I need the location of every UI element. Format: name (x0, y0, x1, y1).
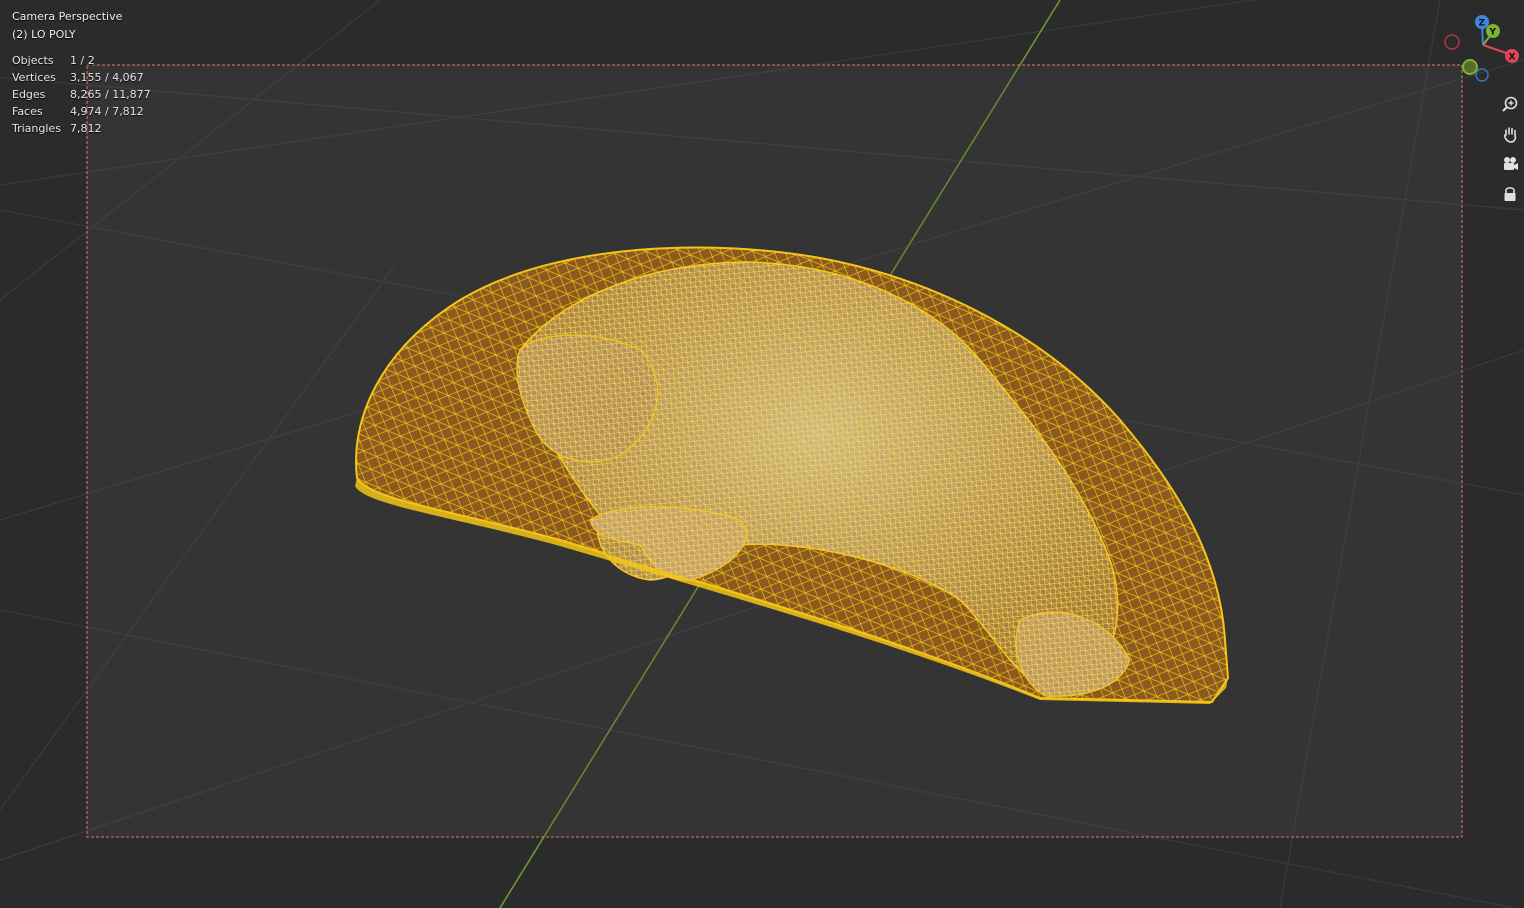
axis-neg-z-handle[interactable] (1475, 68, 1489, 82)
stat-row: Triangles 7,812 (12, 120, 151, 137)
stat-value: 3,155 / 4,067 (70, 71, 144, 84)
axis-neg-x-handle[interactable] (1444, 34, 1460, 50)
stat-row: Faces 4,974 / 7,812 (12, 103, 151, 120)
axis-x-label: X (1509, 53, 1516, 63)
navigation-gizmo[interactable]: X Y Z (1438, 10, 1524, 86)
lock-icon (1504, 187, 1516, 201)
stat-label: Triangles (12, 122, 61, 135)
stat-label: Vertices (12, 71, 56, 84)
axis-neg-y-handle[interactable] (1462, 59, 1478, 75)
stat-value: 4,974 / 7,812 (70, 105, 144, 118)
viewport-scene (0, 0, 1524, 908)
stat-row: Edges 8,265 / 11,877 (12, 86, 151, 103)
collection-object-name: (2) LO POLY (12, 28, 76, 41)
stat-row: Objects 1 / 2 (12, 52, 151, 69)
camera-icon (1504, 157, 1518, 170)
stat-label: Objects (12, 54, 54, 67)
view-name: Camera Perspective (12, 10, 123, 23)
stat-label: Faces (12, 105, 43, 118)
hand-icon (1504, 127, 1517, 143)
stat-value: 7,812 (70, 122, 102, 135)
lock-camera-button[interactable] (1497, 181, 1523, 207)
stat-value: 1 / 2 (70, 54, 95, 67)
stat-label: Edges (12, 88, 46, 101)
viewport-info-overlay: Camera Perspective (2) LO POLY Objects 1… (12, 8, 151, 137)
zoom-button[interactable] (1497, 91, 1523, 117)
camera-view-button[interactable] (1497, 151, 1523, 177)
stat-value: 8,265 / 11,877 (70, 88, 151, 101)
zoom-icon (1502, 96, 1518, 112)
pan-button[interactable] (1497, 121, 1523, 147)
scene-statistics: Objects 1 / 2 Vertices 3,155 / 4,067 Edg… (12, 52, 151, 137)
stat-row: Vertices 3,155 / 4,067 (12, 69, 151, 86)
axis-z-label: Z (1479, 19, 1486, 29)
axis-y-label: Y (1489, 28, 1497, 38)
3d-viewport[interactable]: Camera Perspective (2) LO POLY Objects 1… (0, 0, 1524, 908)
